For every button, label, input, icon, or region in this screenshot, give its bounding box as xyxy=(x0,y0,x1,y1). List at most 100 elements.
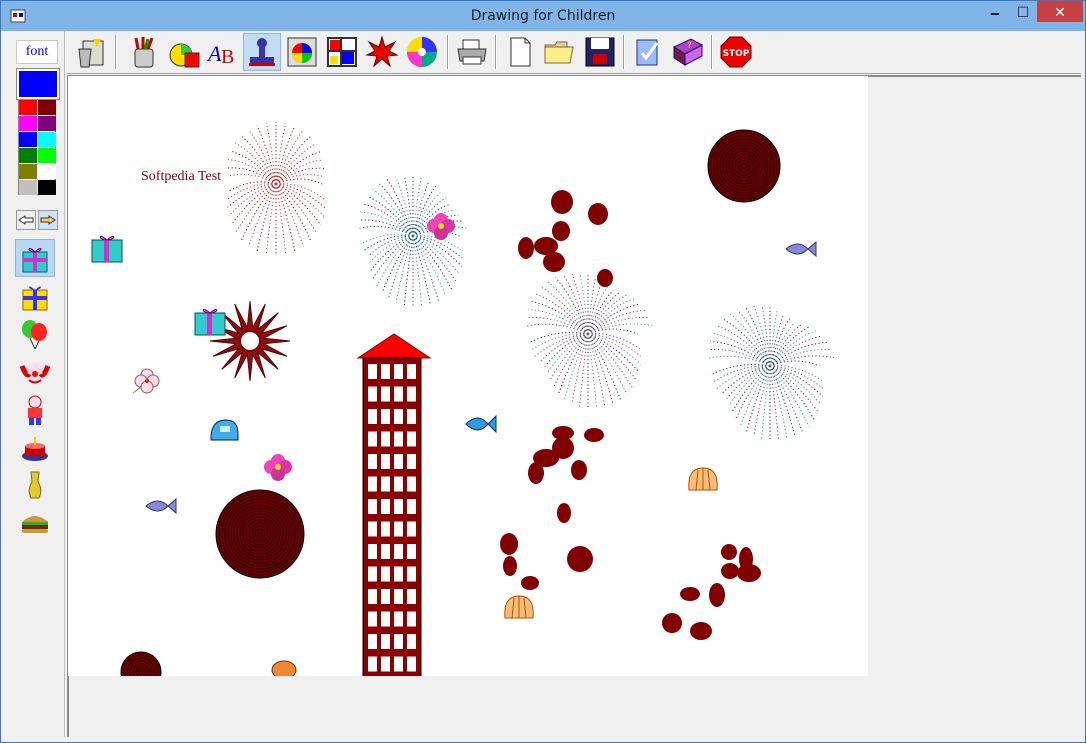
tower-window xyxy=(394,566,403,582)
stamp-gift-box[interactable] xyxy=(15,239,55,277)
palette-swatch[interactable] xyxy=(38,100,56,115)
tower-window xyxy=(381,364,390,379)
flower-stamp-1 xyxy=(427,213,455,240)
new-file-button[interactable] xyxy=(501,33,539,71)
print-button[interactable] xyxy=(453,33,491,71)
firework xyxy=(708,305,835,442)
palette-swatch[interactable] xyxy=(19,116,37,131)
palette-swatch[interactable] xyxy=(19,164,37,179)
tower-window xyxy=(381,611,390,627)
tower-window xyxy=(407,431,416,447)
burst-tool-button[interactable] xyxy=(363,33,401,71)
scroll-next-button[interactable] xyxy=(38,210,58,230)
palette-swatch[interactable] xyxy=(19,180,37,195)
trumpet-icon xyxy=(28,471,42,499)
helmet-stamp xyxy=(210,419,239,441)
tower-window xyxy=(394,634,403,649)
tower-window xyxy=(368,409,377,424)
paint-blob xyxy=(500,533,518,555)
firework xyxy=(226,122,326,256)
tower-window xyxy=(368,499,377,514)
tower-window xyxy=(394,431,403,447)
stamp-cake[interactable] xyxy=(15,429,55,467)
paint-blob xyxy=(543,252,565,272)
paint-blob xyxy=(567,546,593,572)
rectangles-icon xyxy=(327,37,357,67)
palette-swatch[interactable] xyxy=(19,132,37,147)
font-button[interactable]: font xyxy=(16,40,58,64)
svg-text:B: B xyxy=(221,46,234,68)
stamp-trumpet[interactable] xyxy=(15,467,55,505)
tower-window xyxy=(407,499,416,514)
paint-blob xyxy=(552,437,574,459)
title-bar[interactable]: Drawing for Children 🗕 ☐ ✕ xyxy=(1,1,1085,31)
palette-swatch[interactable] xyxy=(19,100,37,115)
paint-blob xyxy=(571,460,587,480)
options-button[interactable] xyxy=(629,33,667,71)
shapes-tool-button[interactable] xyxy=(165,33,203,71)
save-button[interactable] xyxy=(581,33,619,71)
text-tool-button[interactable]: AB xyxy=(203,33,241,71)
tower-window xyxy=(394,611,403,627)
paint-blob xyxy=(528,462,544,484)
tower-window xyxy=(407,476,416,492)
paint-blob xyxy=(739,547,753,571)
color-wheel-icon xyxy=(287,37,317,67)
left-panel: font xyxy=(9,31,65,737)
clown-full-icon xyxy=(28,395,42,425)
stop-button[interactable]: STOP xyxy=(717,33,755,71)
tower-window xyxy=(381,409,390,424)
swirl-tool-button[interactable] xyxy=(403,33,441,71)
tower-window xyxy=(381,656,390,672)
rectangles-tool-button[interactable] xyxy=(323,33,361,71)
gift-stamp-2 xyxy=(194,308,226,336)
firework xyxy=(526,273,653,410)
drawing-canvas[interactable]: Softpedia Test xyxy=(68,76,868,676)
tower-window xyxy=(381,521,390,537)
flower-stamp-3 xyxy=(132,368,160,394)
gift-stamp-1 xyxy=(91,235,123,263)
tower-window xyxy=(394,476,403,492)
maximize-button[interactable]: ☐ xyxy=(1009,1,1037,23)
tower-window xyxy=(368,386,377,402)
tower-window xyxy=(368,656,377,672)
tower-window xyxy=(394,386,403,402)
pencil-cup-icon xyxy=(134,37,154,68)
stamp-tool-button[interactable] xyxy=(243,33,281,71)
tower-window xyxy=(394,544,403,559)
clear-button[interactable] xyxy=(73,33,111,71)
palette-swatch[interactable] xyxy=(38,116,56,131)
paint-blob xyxy=(588,203,608,225)
canvas-drawing xyxy=(91,122,835,676)
help-button[interactable]: ? xyxy=(669,33,707,71)
minimize-button[interactable]: 🗕 xyxy=(981,1,1009,23)
pencil-tool-button[interactable] xyxy=(125,33,163,71)
paint-blob xyxy=(518,237,534,259)
shapes-icon xyxy=(169,43,200,68)
gift-box-icon xyxy=(22,247,48,273)
paint-blob xyxy=(680,587,700,601)
palette-swatch[interactable] xyxy=(38,164,56,179)
tower-window xyxy=(394,499,403,514)
stamp-clown-full[interactable] xyxy=(15,391,55,429)
scroll-prev-button[interactable] xyxy=(16,210,36,230)
stamp-balloons[interactable] xyxy=(15,315,55,353)
stamp-burger[interactable] xyxy=(15,505,55,543)
open-file-button[interactable] xyxy=(541,33,579,71)
tower-window xyxy=(368,521,377,537)
tower-window xyxy=(368,364,377,379)
tower-window xyxy=(394,521,403,537)
crab-stamp xyxy=(271,660,297,676)
stamp-clown[interactable] xyxy=(15,353,55,391)
stamp-gift-yellow[interactable] xyxy=(15,277,55,315)
svg-text:A: A xyxy=(206,41,222,66)
tower-window xyxy=(394,454,403,469)
color-tool-button[interactable] xyxy=(283,33,321,71)
close-button[interactable]: ✕ xyxy=(1037,1,1083,22)
palette-swatch[interactable] xyxy=(38,180,56,195)
printer-icon xyxy=(457,39,487,65)
palette-swatch[interactable] xyxy=(19,148,37,163)
paint-blob xyxy=(721,544,737,560)
palette-swatch[interactable] xyxy=(38,132,56,147)
palette-swatch[interactable] xyxy=(38,148,56,163)
